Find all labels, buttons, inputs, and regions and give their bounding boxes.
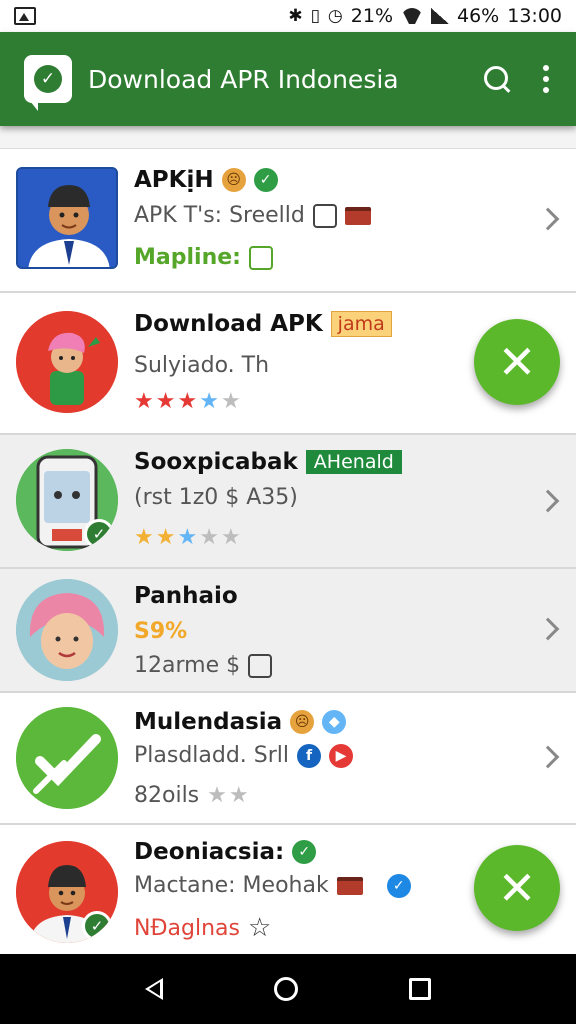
star-rating: ★ ★ ★ ★ ★ <box>134 525 241 550</box>
close-icon: ✕ <box>497 335 537 389</box>
item-meta: 12arme $ <box>134 653 241 678</box>
bluetooth-icon: ✱ <box>288 6 303 26</box>
star-rating: ★ ★ <box>207 783 248 808</box>
verified-icon: ✓ <box>292 840 317 864</box>
star-icon: ★ <box>177 389 198 414</box>
app-thumbnail: ✓ <box>16 449 118 551</box>
navigation-bar <box>0 954 576 1024</box>
list-item[interactable]: Mulendasia ☹ ◆ Plasdladd. Srll f ▶ 82oil… <box>0 693 576 825</box>
star-icon: ★ <box>134 389 154 414</box>
star-icon: ★ <box>155 389 176 414</box>
item-title: Sooxpicabak <box>134 449 298 475</box>
app-thumbnail <box>16 311 118 413</box>
verified-blue-icon: ✓ <box>386 873 411 898</box>
star-icon: ★ <box>228 783 249 808</box>
shopping-bag-icon <box>312 203 337 228</box>
list-item[interactable]: ✓ Sooxpicabak AHenald (rst 1z0 $ A35) ★ … <box>0 435 576 569</box>
app-list: APKịH ☹ ✓ APK T's: Sreelld Mapline: Down… <box>0 148 576 954</box>
list-item[interactable]: Download APK jama Sulyiado. Th ★ ★ ★ ★ ★… <box>0 293 576 435</box>
search-icon[interactable] <box>482 64 512 94</box>
list-item[interactable]: Panhaio S9% 12arme $ <box>0 569 576 693</box>
verified-icon: ✓ <box>253 168 278 192</box>
close-button[interactable]: ✕ <box>474 319 560 405</box>
back-icon[interactable] <box>145 978 164 1000</box>
signal-icon <box>431 8 449 24</box>
facebook-icon[interactable]: f <box>297 743 322 768</box>
item-title: Panhaio <box>134 583 238 609</box>
chevron-right-icon[interactable] <box>536 207 560 231</box>
star-icon: ★ <box>220 525 241 550</box>
item-subtitle: (rst 1z0 $ A35) <box>134 485 298 510</box>
app-logo-icon: ✓ <box>24 55 72 111</box>
alarm-icon: ◷ <box>327 6 343 26</box>
verified-icon: ✓ <box>84 519 114 549</box>
item-title: Download APK <box>134 311 323 337</box>
shopping-bag-icon <box>248 245 273 270</box>
app-thumbnail: ✓ <box>16 841 118 943</box>
star-icon: ★ <box>199 525 219 550</box>
item-tag: jama <box>330 311 392 337</box>
toolbox-icon <box>344 206 371 225</box>
close-button[interactable]: ✕ <box>474 845 560 931</box>
item-subtitle: Plasdladd. Srll <box>134 743 290 768</box>
list-item[interactable]: ✓ Deoniacsia: ✓ Mactane: Meohak ✓ NÐagln… <box>0 825 576 954</box>
animal-icon: ◆ <box>322 710 347 734</box>
star-icon: ★ <box>207 783 227 808</box>
app-bar: ✓ Download APR Indonesia <box>0 32 576 126</box>
star-outline-icon[interactable]: ☆ <box>248 913 271 943</box>
star-icon: ★ <box>199 389 219 414</box>
item-subtitle: Mactane: Meohak <box>134 873 329 898</box>
vibrate-icon: ▯ <box>310 6 320 26</box>
star-rating: ★ ★ ★ ★ ★ <box>134 389 241 414</box>
app-thumbnail <box>16 707 118 809</box>
status-icons: ✱ ▯ ◷ 21% 46% 13:00 <box>288 5 562 27</box>
status-bar: ✱ ▯ ◷ 21% 46% 13:00 <box>0 0 576 32</box>
chevron-right-icon[interactable] <box>536 489 560 513</box>
youtube-icon[interactable]: ▶ <box>329 743 354 768</box>
chevron-right-icon[interactable] <box>536 617 560 641</box>
item-meta: Mapline: <box>134 245 241 270</box>
item-meta: NÐaglnas <box>134 915 240 941</box>
star-icon: ★ <box>155 525 176 550</box>
close-icon: ✕ <box>497 861 537 915</box>
battery-percent: 21% <box>350 5 393 27</box>
item-title: Mulendasia <box>134 709 283 735</box>
list-item[interactable]: APKịH ☹ ✓ APK T's: Sreelld Mapline: <box>0 149 576 293</box>
chevron-right-icon[interactable] <box>536 745 560 769</box>
app-thumbnail <box>16 167 118 269</box>
clock: 13:00 <box>507 5 562 27</box>
star-icon: ★ <box>220 389 241 414</box>
wifi-icon <box>401 8 423 24</box>
signal-percent: 46% <box>457 5 500 27</box>
item-subtitle: APK T's: Sreelld <box>134 203 305 228</box>
item-title: APKịH <box>134 167 214 193</box>
app-thumbnail <box>16 579 118 681</box>
home-icon[interactable] <box>273 977 298 1001</box>
app-title: Download APR Indonesia <box>88 64 399 94</box>
star-icon: ★ <box>134 525 154 550</box>
more-vert-icon[interactable] <box>542 65 550 93</box>
emoji-face-icon: ☹ <box>221 168 246 192</box>
item-subtitle: Sulyiado. Th <box>134 353 270 378</box>
star-icon: ★ <box>177 525 198 550</box>
toolbox-icon <box>336 876 363 895</box>
gallery-notification-icon <box>14 7 36 25</box>
shopping-bag-icon <box>248 653 273 678</box>
recents-icon[interactable] <box>408 978 431 1000</box>
item-meta: 82oils <box>134 783 200 808</box>
emoji-face-icon: ☹ <box>290 710 315 734</box>
item-tag: AHenald <box>305 450 402 474</box>
item-title: Deoniacsia: <box>134 839 285 865</box>
verified-icon: ✓ <box>82 911 112 941</box>
item-subtitle: S9% <box>134 619 188 644</box>
